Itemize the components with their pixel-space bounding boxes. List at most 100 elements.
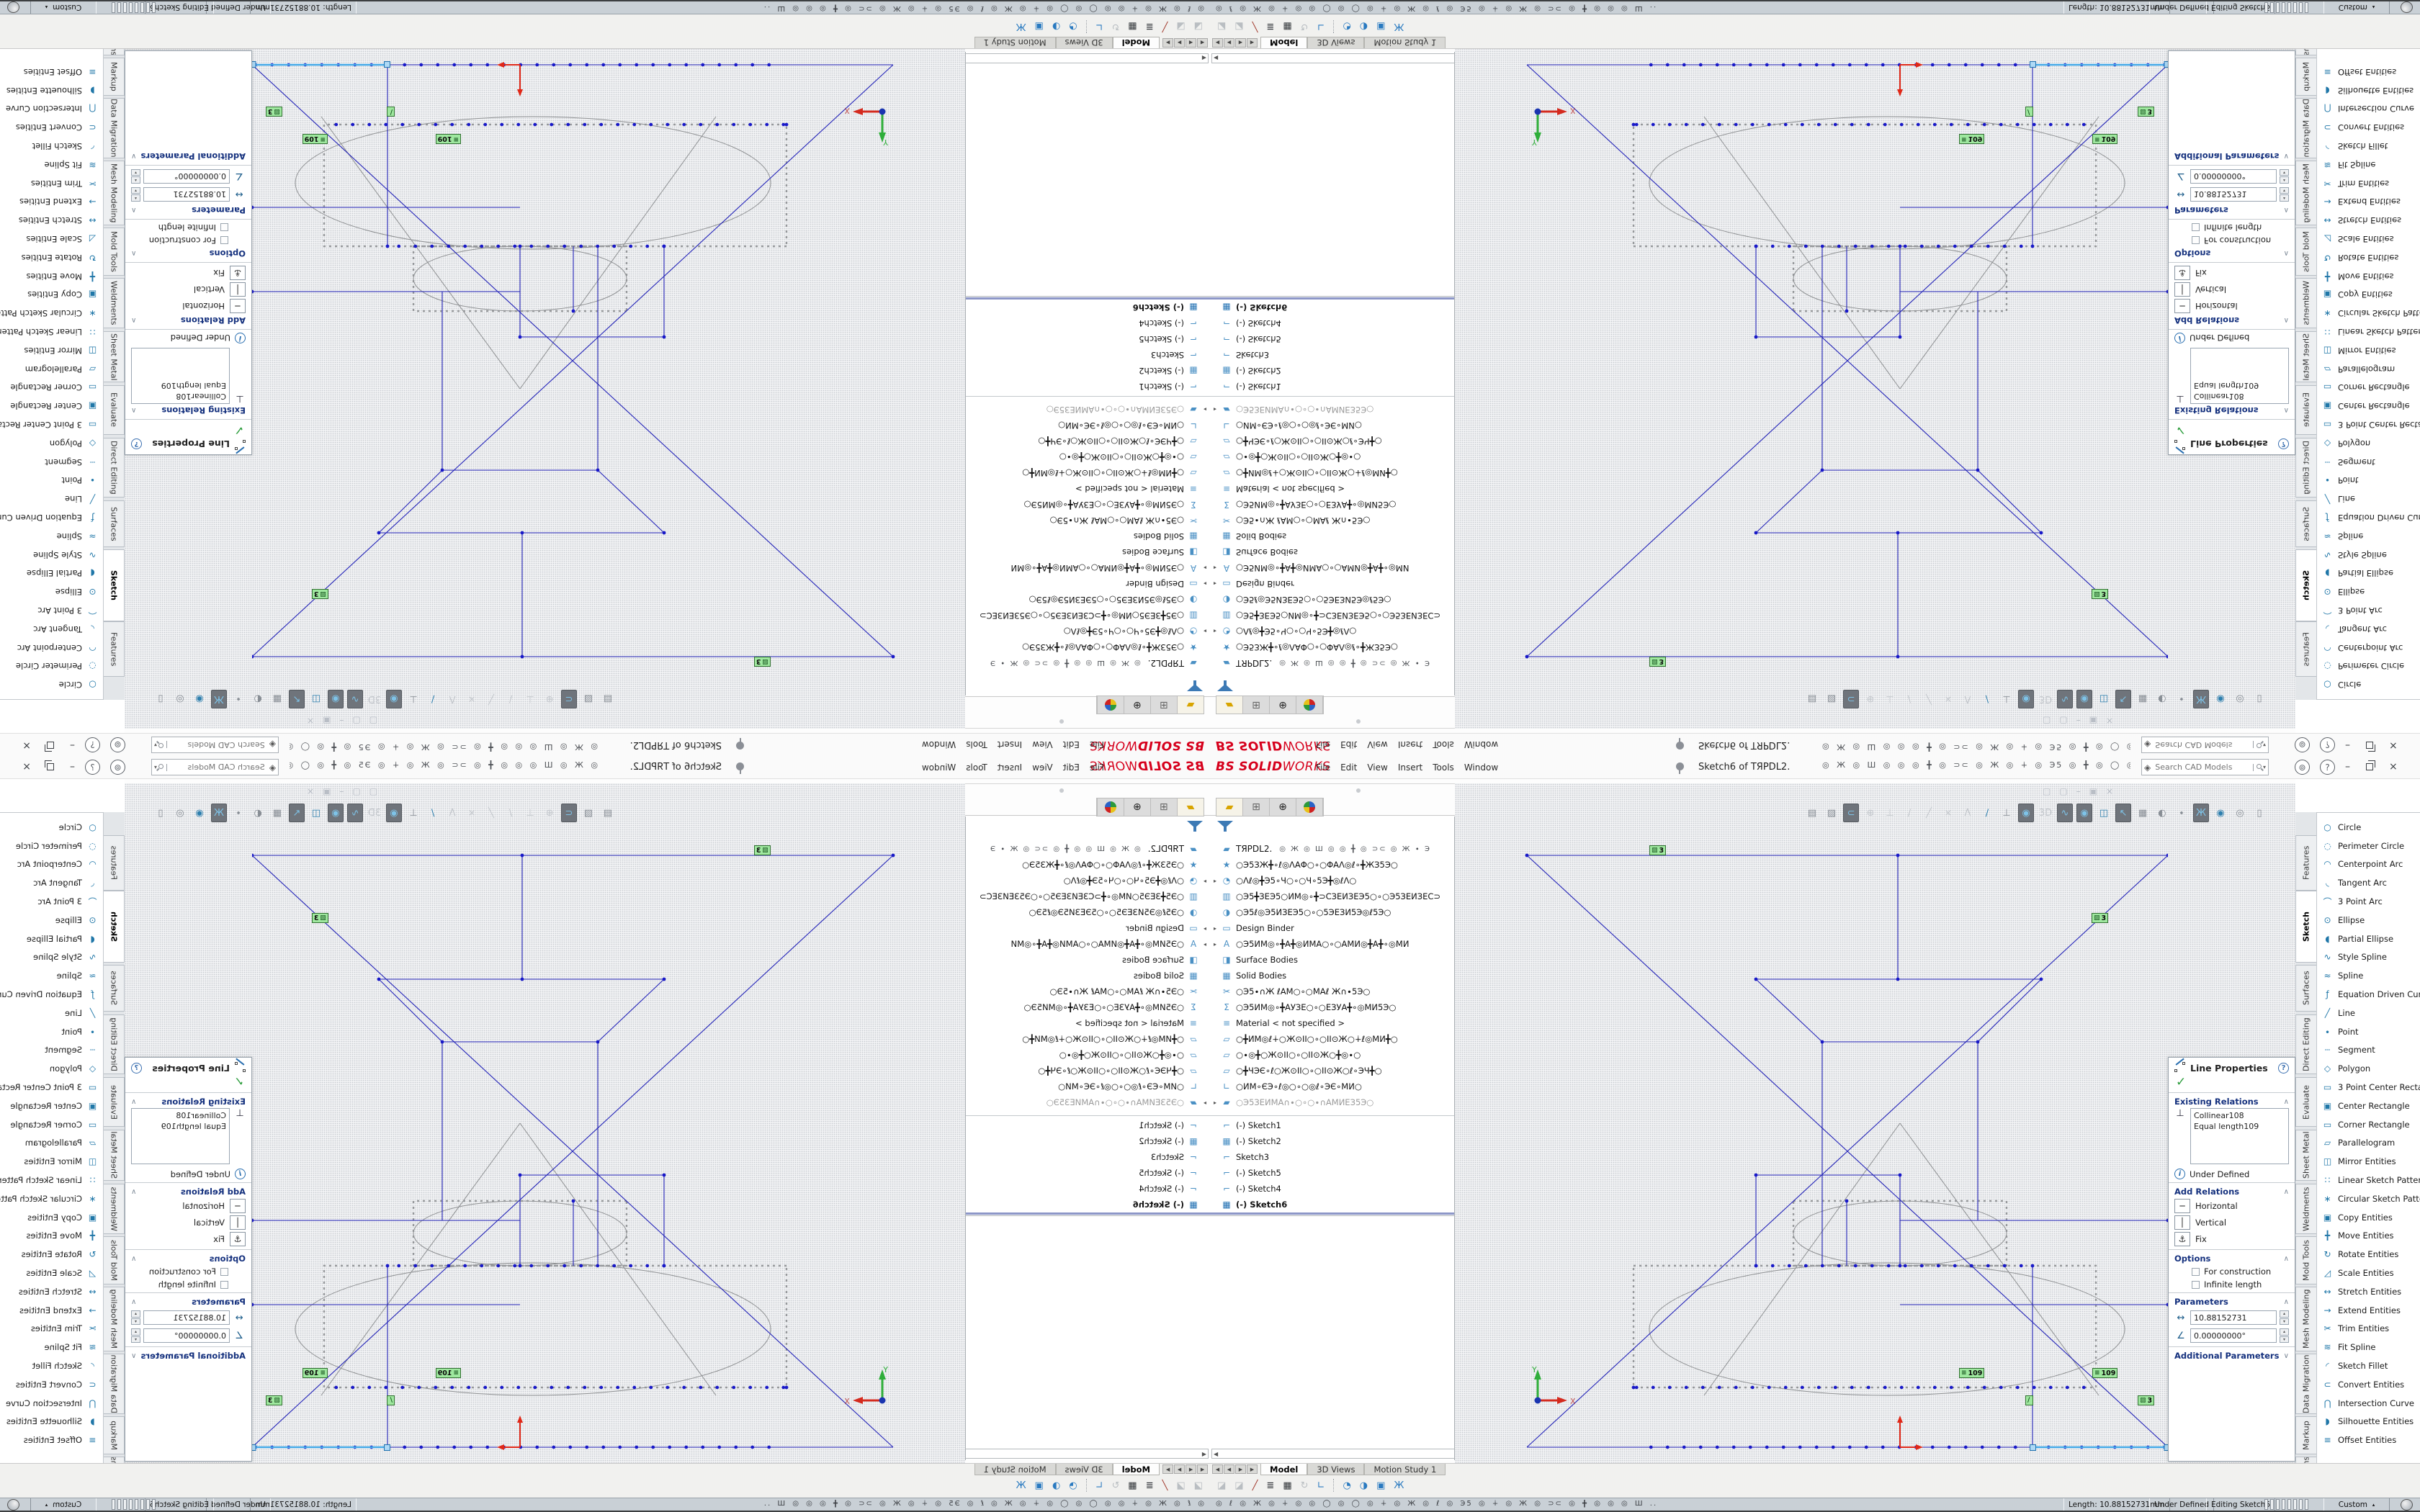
sketch-tool-item[interactable]: ↻ Rotate Entities: [0, 248, 103, 267]
sketch-tool-item[interactable]: ╋ Move Entities: [0, 1227, 103, 1246]
help-icon[interactable]: ?: [2320, 760, 2335, 775]
child-window-button[interactable]: ▢: [2043, 786, 2051, 796]
sketch-tool-item[interactable]: ƒ Equation Driven Curve: [0, 508, 103, 527]
sketch-tool-item[interactable]: ↔ Stretch Entities: [0, 211, 103, 230]
tree-item[interactable]: ▱ ○╋ИМ◎ℓ∔○Ж⊙ΙΙ○∘○ΙΙ⊙Ж○∔ℓ◎МИ╋○: [1210, 1031, 1455, 1047]
sketch-relation-tag[interactable]: ▨ 3: [1649, 845, 1666, 855]
sketch-tool-item[interactable]: ◜ Sketch Fillet: [0, 1356, 103, 1375]
sketch-tool-item[interactable]: ◿ Scale Entities: [0, 230, 103, 248]
menu-item[interactable]: Tools: [966, 762, 987, 773]
commandmanager-tab[interactable]: Markup: [2295, 1416, 2316, 1454]
document-tab[interactable]: Model: [1113, 37, 1160, 48]
menu-item[interactable]: Tools: [1433, 739, 1454, 750]
menu-item[interactable]: Window: [922, 762, 956, 773]
expand-arrow-icon[interactable]: ▸: [1210, 565, 1220, 572]
expand-arrow-icon[interactable]: ▸: [1210, 407, 1220, 413]
heads-up-icon[interactable]: ⊕: [1863, 690, 1878, 708]
sketch-tool-item[interactable]: ∗ Circular Sketch Pattern: [2317, 1189, 2420, 1208]
tree-item[interactable]: ▦ (-) Sketch2: [965, 363, 1210, 379]
heads-up-icon[interactable]: ◉: [328, 804, 344, 822]
bottom-toolbar-icon[interactable]: ◑: [1052, 1480, 1060, 1491]
bottom-toolbar-icon[interactable]: ◪: [1176, 22, 1185, 32]
doc-tab-nav-icon[interactable]: ▶: [1162, 1464, 1173, 1474]
minimize-button[interactable]: –: [70, 761, 75, 773]
doc-tab-nav-icon[interactable]: ◀: [1186, 38, 1196, 48]
document-tab[interactable]: 3D Views: [1056, 1464, 1113, 1475]
scroll-left-icon[interactable]: ◀: [1214, 55, 1218, 62]
search-input[interactable]: [2154, 762, 2250, 773]
menu-item[interactable]: View: [1367, 739, 1387, 750]
heads-up-icon[interactable]: ▯: [2251, 804, 2267, 822]
tree-item[interactable]: ▸ ◔ ○Λℓ◎╋Э5∘Ч○∘○Ч∘5Э╋◎ℓΛ○: [1210, 624, 1455, 639]
sketch-relation-tag[interactable]: ▨ 3: [2138, 107, 2154, 117]
relation-button-icon[interactable]: │: [230, 1215, 246, 1230]
expand-arrow-icon[interactable]: ▸: [1200, 925, 1210, 932]
sketch-relation-tag[interactable]: ▨ 3: [1649, 657, 1666, 667]
expand-arrow-icon[interactable]: ▸: [1210, 581, 1220, 588]
commandmanager-tab[interactable]: Markup: [104, 1416, 125, 1454]
heads-up-icon[interactable]: ◉: [192, 690, 207, 708]
close-button[interactable]: ×: [22, 761, 31, 773]
collapse-chevron-icon[interactable]: ∧: [2284, 407, 2289, 415]
spinner[interactable]: ▴▾: [2280, 1328, 2289, 1343]
heads-up-icon[interactable]: ◐: [250, 690, 266, 708]
tab-scrollbar[interactable]: ◀▶: [1211, 1449, 1455, 1459]
tree-item[interactable]: Σ ○Э5ИМ◎∘╋ΑУЗЕ○∘○ЕЗУΑ╋∘◎МИ5Э○: [1210, 497, 1455, 513]
collapse-chevron-icon[interactable]: ∧: [2284, 1188, 2289, 1196]
child-window-button[interactable]: –: [339, 716, 344, 726]
sketch-tool-item[interactable]: ◫ Mirror Entities: [0, 341, 103, 360]
sketch-relation-tag[interactable]: ∕: [387, 107, 395, 117]
tree-item[interactable]: ◑ ○Э5ℓ◎Э5ИЗЕЭ5○∘○5ЭЕЗИ5Э◎ℓ5Э○: [1210, 592, 1455, 608]
bottom-toolbar-icon[interactable]: ▣: [1035, 22, 1044, 32]
child-window-button[interactable]: –: [2076, 786, 2081, 796]
heads-up-icon[interactable]: Λ: [444, 690, 460, 708]
collapse-chevron-icon[interactable]: ∧: [2284, 1098, 2289, 1106]
expand-arrow-icon[interactable]: ▸: [1200, 565, 1210, 572]
tree-item[interactable]: ≡ Material < not specified >: [965, 481, 1210, 497]
search-dropdown-caret[interactable]: ▾: [2263, 742, 2266, 748]
document-tab[interactable]: Motion Study 1: [1364, 37, 1446, 48]
heads-up-icon[interactable]: ∿: [2057, 690, 2073, 708]
heads-up-icon[interactable]: ╱: [1921, 690, 1937, 708]
menu-item[interactable]: Insert: [1398, 762, 1422, 773]
relation-button-icon[interactable]: ─: [2174, 1199, 2190, 1213]
heads-up-icon[interactable]: ◎: [172, 804, 188, 822]
commandmanager-tab[interactable]: Sheet Metal: [104, 331, 125, 382]
parameter-value-field[interactable]: 10.88152731: [2190, 1310, 2277, 1325]
sketch-tool-item[interactable]: ◇ Polygon: [2317, 434, 2420, 453]
tree-item[interactable]: ⌐ (-) Sketch1: [965, 379, 1210, 395]
sketch-tool-item[interactable]: → Extend Entities: [0, 1301, 103, 1320]
panel-help-icon[interactable]: ?: [131, 1063, 142, 1074]
collapse-chevron-icon[interactable]: ∧: [131, 250, 136, 258]
restore-button[interactable]: [2366, 763, 2373, 770]
tab-scrollbar[interactable]: ◀▶: [1211, 53, 1455, 63]
bottom-toolbar-icon[interactable]: ◪: [1176, 1480, 1185, 1491]
commandmanager-tab[interactable]: Data Migration: [104, 1354, 125, 1414]
add-relation-button[interactable]: │ Vertical: [131, 282, 246, 297]
commandmanager-tab[interactable]: Sheet Metal: [2295, 1130, 2316, 1181]
commandmanager-tab[interactable]: Evaluate: [2295, 1077, 2316, 1127]
sketch-tool-item[interactable]: ⊂ Convert Entities: [0, 1375, 103, 1394]
restore-button[interactable]: [2366, 742, 2373, 749]
collapse-chevron-icon[interactable]: ∧: [131, 1098, 136, 1106]
tree-item[interactable]: ▸ ▭ Design Binder: [1210, 576, 1455, 592]
sketch-tool-item[interactable]: ▭ Corner Rectangle: [0, 1115, 103, 1134]
sketch-tool-item[interactable]: ≋ Fit Spline: [0, 1338, 103, 1356]
heads-up-icon[interactable]: ⊥: [405, 804, 421, 822]
heads-up-icon[interactable]: ⊥: [1999, 690, 2015, 708]
heads-up-icon[interactable]: ×: [464, 804, 480, 822]
collapse-chevron-icon[interactable]: ∧: [131, 1298, 136, 1306]
heads-up-icon[interactable]: ∙: [230, 690, 246, 708]
sketch-relation-tag[interactable]: ≡ 109: [1959, 134, 1984, 144]
parameter-value-field[interactable]: 0.00000000°: [143, 1328, 230, 1343]
tree-item[interactable]: ▰ TЯPDL2. ◎ Ж ◎ Ш ◎ ◎ ╋ ◎ ⊃⊂ ◎ Ж ∙ Э: [1210, 841, 1455, 857]
sketch-tool-item[interactable]: ⊙ Ellipse: [0, 582, 103, 601]
bottom-toolbar-icon[interactable]: ∟: [1095, 22, 1103, 32]
sketch-tool-item[interactable]: ↻ Rotate Entities: [2317, 1245, 2420, 1264]
relation-button-icon[interactable]: │: [2174, 1215, 2190, 1230]
spinner[interactable]: ▴▾: [2280, 1310, 2289, 1325]
bottom-toolbar-icon[interactable]: ↻: [1111, 22, 1119, 32]
commandmanager-tab[interactable]: Surfaces: [104, 965, 125, 1012]
sketch-tool-item[interactable]: ∷ Linear Sketch Pattern: [0, 323, 103, 341]
heads-up-icon[interactable]: ↖: [2115, 690, 2131, 708]
